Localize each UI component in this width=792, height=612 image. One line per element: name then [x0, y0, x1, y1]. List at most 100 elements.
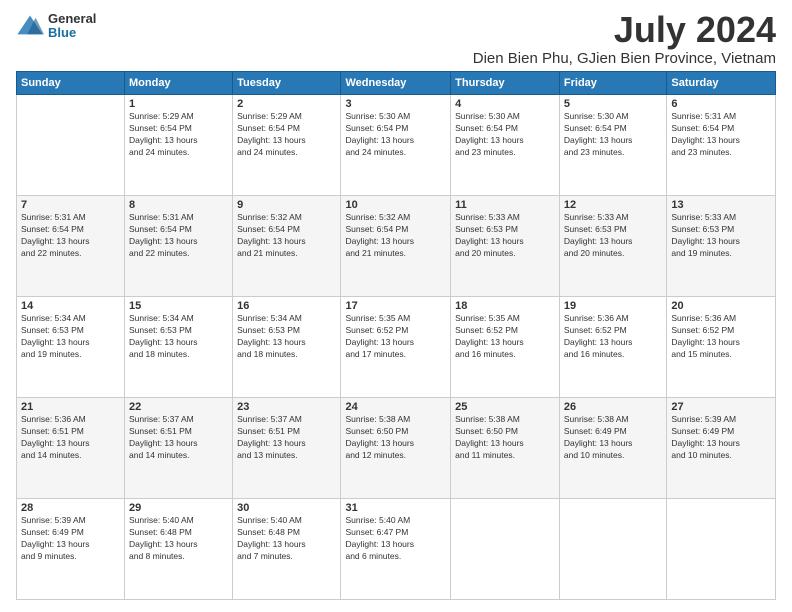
- calendar-header-row: SundayMondayTuesdayWednesdayThursdayFrid…: [17, 72, 776, 95]
- calendar-cell: 3Sunrise: 5:30 AM Sunset: 6:54 PM Daylig…: [341, 95, 451, 196]
- day-number: 5: [564, 98, 662, 110]
- calendar-cell: 2Sunrise: 5:29 AM Sunset: 6:54 PM Daylig…: [233, 95, 341, 196]
- calendar-cell: 14Sunrise: 5:34 AM Sunset: 6:53 PM Dayli…: [17, 297, 125, 398]
- calendar-header-thursday: Thursday: [451, 72, 560, 95]
- calendar-header-saturday: Saturday: [667, 72, 776, 95]
- day-number: 14: [21, 300, 120, 312]
- day-number: 30: [237, 502, 336, 514]
- logo-text: General Blue: [48, 12, 96, 41]
- calendar-cell: 23Sunrise: 5:37 AM Sunset: 6:51 PM Dayli…: [233, 398, 341, 499]
- calendar-cell: 13Sunrise: 5:33 AM Sunset: 6:53 PM Dayli…: [667, 196, 776, 297]
- calendar-week-3: 14Sunrise: 5:34 AM Sunset: 6:53 PM Dayli…: [17, 297, 776, 398]
- day-info: Sunrise: 5:34 AM Sunset: 6:53 PM Dayligh…: [237, 313, 336, 361]
- day-info: Sunrise: 5:36 AM Sunset: 6:51 PM Dayligh…: [21, 414, 120, 462]
- day-number: 20: [671, 300, 771, 312]
- logo: General Blue: [16, 12, 96, 41]
- calendar-week-1: 1Sunrise: 5:29 AM Sunset: 6:54 PM Daylig…: [17, 95, 776, 196]
- calendar-cell: 21Sunrise: 5:36 AM Sunset: 6:51 PM Dayli…: [17, 398, 125, 499]
- title-section: July 2024 Dien Bien Phu, GJien Bien Prov…: [473, 12, 776, 67]
- day-info: Sunrise: 5:38 AM Sunset: 6:50 PM Dayligh…: [345, 414, 446, 462]
- day-info: Sunrise: 5:36 AM Sunset: 6:52 PM Dayligh…: [564, 313, 662, 361]
- calendar-cell: 22Sunrise: 5:37 AM Sunset: 6:51 PM Dayli…: [125, 398, 233, 499]
- day-info: Sunrise: 5:33 AM Sunset: 6:53 PM Dayligh…: [671, 212, 771, 260]
- calendar-header-friday: Friday: [559, 72, 666, 95]
- page: General Blue July 2024 Dien Bien Phu, GJ…: [0, 0, 792, 612]
- calendar-cell: 1Sunrise: 5:29 AM Sunset: 6:54 PM Daylig…: [125, 95, 233, 196]
- calendar-cell: [17, 95, 125, 196]
- calendar-cell: 26Sunrise: 5:38 AM Sunset: 6:49 PM Dayli…: [559, 398, 666, 499]
- day-number: 10: [345, 199, 446, 211]
- day-number: 27: [671, 401, 771, 413]
- subtitle: Dien Bien Phu, GJien Bien Province, Viet…: [473, 50, 776, 67]
- day-info: Sunrise: 5:33 AM Sunset: 6:53 PM Dayligh…: [564, 212, 662, 260]
- day-info: Sunrise: 5:29 AM Sunset: 6:54 PM Dayligh…: [237, 111, 336, 159]
- calendar-cell: 19Sunrise: 5:36 AM Sunset: 6:52 PM Dayli…: [559, 297, 666, 398]
- calendar-cell: 31Sunrise: 5:40 AM Sunset: 6:47 PM Dayli…: [341, 499, 451, 600]
- day-info: Sunrise: 5:39 AM Sunset: 6:49 PM Dayligh…: [671, 414, 771, 462]
- calendar-cell: 9Sunrise: 5:32 AM Sunset: 6:54 PM Daylig…: [233, 196, 341, 297]
- calendar-cell: 17Sunrise: 5:35 AM Sunset: 6:52 PM Dayli…: [341, 297, 451, 398]
- day-number: 16: [237, 300, 336, 312]
- calendar-cell: 4Sunrise: 5:30 AM Sunset: 6:54 PM Daylig…: [451, 95, 560, 196]
- day-number: 29: [129, 502, 228, 514]
- day-number: 25: [455, 401, 555, 413]
- calendar-cell: 15Sunrise: 5:34 AM Sunset: 6:53 PM Dayli…: [125, 297, 233, 398]
- day-info: Sunrise: 5:30 AM Sunset: 6:54 PM Dayligh…: [455, 111, 555, 159]
- calendar-cell: 20Sunrise: 5:36 AM Sunset: 6:52 PM Dayli…: [667, 297, 776, 398]
- day-number: 28: [21, 502, 120, 514]
- day-number: 3: [345, 98, 446, 110]
- calendar-cell: 28Sunrise: 5:39 AM Sunset: 6:49 PM Dayli…: [17, 499, 125, 600]
- day-number: 8: [129, 199, 228, 211]
- day-number: 13: [671, 199, 771, 211]
- logo-icon: [16, 12, 44, 40]
- calendar-cell: 12Sunrise: 5:33 AM Sunset: 6:53 PM Dayli…: [559, 196, 666, 297]
- day-number: 22: [129, 401, 228, 413]
- day-info: Sunrise: 5:31 AM Sunset: 6:54 PM Dayligh…: [671, 111, 771, 159]
- calendar-cell: 16Sunrise: 5:34 AM Sunset: 6:53 PM Dayli…: [233, 297, 341, 398]
- calendar-cell: [451, 499, 560, 600]
- day-info: Sunrise: 5:37 AM Sunset: 6:51 PM Dayligh…: [237, 414, 336, 462]
- day-info: Sunrise: 5:38 AM Sunset: 6:49 PM Dayligh…: [564, 414, 662, 462]
- day-number: 19: [564, 300, 662, 312]
- day-number: 31: [345, 502, 446, 514]
- calendar-cell: 30Sunrise: 5:40 AM Sunset: 6:48 PM Dayli…: [233, 499, 341, 600]
- day-number: 26: [564, 401, 662, 413]
- logo-blue-text: Blue: [48, 26, 96, 40]
- day-number: 4: [455, 98, 555, 110]
- day-number: 2: [237, 98, 336, 110]
- day-info: Sunrise: 5:32 AM Sunset: 6:54 PM Dayligh…: [345, 212, 446, 260]
- day-info: Sunrise: 5:32 AM Sunset: 6:54 PM Dayligh…: [237, 212, 336, 260]
- day-number: 1: [129, 98, 228, 110]
- day-info: Sunrise: 5:31 AM Sunset: 6:54 PM Dayligh…: [21, 212, 120, 260]
- day-info: Sunrise: 5:31 AM Sunset: 6:54 PM Dayligh…: [129, 212, 228, 260]
- calendar-cell: 6Sunrise: 5:31 AM Sunset: 6:54 PM Daylig…: [667, 95, 776, 196]
- day-number: 7: [21, 199, 120, 211]
- header: General Blue July 2024 Dien Bien Phu, GJ…: [16, 12, 776, 67]
- calendar-cell: 24Sunrise: 5:38 AM Sunset: 6:50 PM Dayli…: [341, 398, 451, 499]
- day-number: 17: [345, 300, 446, 312]
- day-info: Sunrise: 5:29 AM Sunset: 6:54 PM Dayligh…: [129, 111, 228, 159]
- calendar-cell: 29Sunrise: 5:40 AM Sunset: 6:48 PM Dayli…: [125, 499, 233, 600]
- main-title: July 2024: [473, 12, 776, 48]
- calendar-cell: [559, 499, 666, 600]
- day-info: Sunrise: 5:38 AM Sunset: 6:50 PM Dayligh…: [455, 414, 555, 462]
- day-number: 21: [21, 401, 120, 413]
- calendar-week-5: 28Sunrise: 5:39 AM Sunset: 6:49 PM Dayli…: [17, 499, 776, 600]
- day-number: 15: [129, 300, 228, 312]
- day-info: Sunrise: 5:36 AM Sunset: 6:52 PM Dayligh…: [671, 313, 771, 361]
- day-number: 24: [345, 401, 446, 413]
- day-info: Sunrise: 5:33 AM Sunset: 6:53 PM Dayligh…: [455, 212, 555, 260]
- day-info: Sunrise: 5:35 AM Sunset: 6:52 PM Dayligh…: [455, 313, 555, 361]
- calendar-table: SundayMondayTuesdayWednesdayThursdayFrid…: [16, 71, 776, 600]
- day-info: Sunrise: 5:37 AM Sunset: 6:51 PM Dayligh…: [129, 414, 228, 462]
- day-number: 11: [455, 199, 555, 211]
- calendar-header-monday: Monday: [125, 72, 233, 95]
- day-number: 23: [237, 401, 336, 413]
- day-number: 6: [671, 98, 771, 110]
- day-info: Sunrise: 5:40 AM Sunset: 6:47 PM Dayligh…: [345, 515, 446, 563]
- calendar-cell: 25Sunrise: 5:38 AM Sunset: 6:50 PM Dayli…: [451, 398, 560, 499]
- calendar-week-4: 21Sunrise: 5:36 AM Sunset: 6:51 PM Dayli…: [17, 398, 776, 499]
- day-info: Sunrise: 5:39 AM Sunset: 6:49 PM Dayligh…: [21, 515, 120, 563]
- calendar-cell: 18Sunrise: 5:35 AM Sunset: 6:52 PM Dayli…: [451, 297, 560, 398]
- day-info: Sunrise: 5:34 AM Sunset: 6:53 PM Dayligh…: [21, 313, 120, 361]
